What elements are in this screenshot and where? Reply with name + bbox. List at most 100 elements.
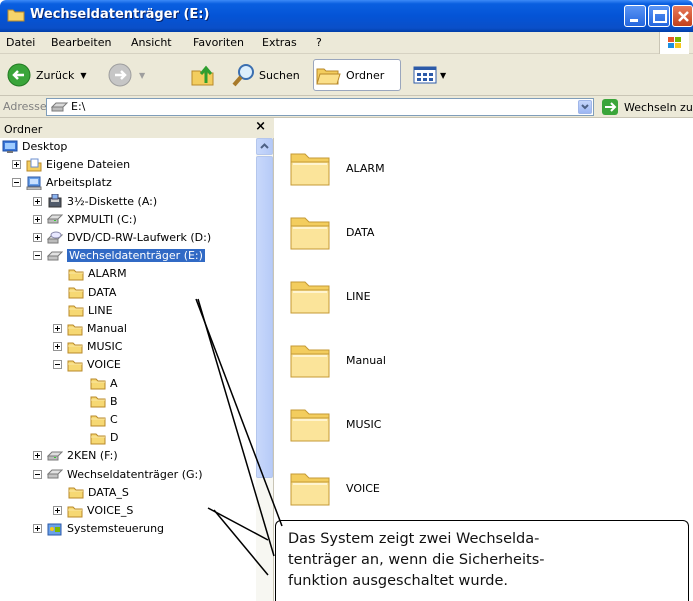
floppy-icon <box>48 194 62 208</box>
tree-node[interactable]: DVD/CD-RW-Laufwerk (D:) <box>33 229 211 246</box>
forward-button[interactable]: ▼ <box>107 59 145 91</box>
tree-node-label: Desktop <box>22 140 68 153</box>
up-button[interactable] <box>189 59 217 91</box>
folders-button[interactable]: Ordner <box>313 59 401 91</box>
expand-toggle-icon[interactable] <box>33 233 42 242</box>
expand-toggle-icon[interactable] <box>33 196 42 206</box>
collapse-toggle-icon[interactable] <box>33 251 42 261</box>
folder-icon <box>67 506 83 517</box>
tree-node[interactable]: VOICE_S <box>53 502 133 519</box>
tree-node-label: Eigene Dateien <box>46 158 131 172</box>
tree-node-label: XPMULTI (C:) <box>67 212 137 226</box>
folder-item-label: Manual <box>346 353 386 367</box>
cd-drive-icon <box>47 231 63 243</box>
expand-toggle-icon[interactable] <box>12 160 21 170</box>
expand-toggle-icon[interactable] <box>33 524 42 534</box>
tree-node[interactable]: Eigene Dateien <box>12 156 130 173</box>
tree-node-label: DATA_S <box>88 485 129 499</box>
tree-node[interactable]: VOICE <box>53 356 121 373</box>
expand-toggle-icon[interactable] <box>53 324 62 333</box>
forward-dropdown-icon[interactable]: ▼ <box>139 71 145 80</box>
tree-node[interactable]: Desktop <box>2 138 67 155</box>
go-button[interactable]: Wechseln zu <box>601 98 693 116</box>
expand-toggle-icon[interactable] <box>33 451 42 461</box>
folder-item[interactable]: LINE <box>288 276 371 316</box>
collapse-toggle-icon[interactable] <box>33 469 42 479</box>
folder-icon <box>67 324 83 335</box>
tree-node[interactable]: DATA_S <box>68 484 129 501</box>
folder-item-label: VOICE <box>346 481 380 495</box>
views-button[interactable]: ▼ <box>412 59 446 91</box>
views-dropdown-icon[interactable]: ▼ <box>440 71 446 80</box>
tree-node[interactable]: Systemsteuerung <box>33 520 164 537</box>
folder-item[interactable]: VOICE <box>288 468 380 508</box>
tree-node[interactable]: Wechseldatenträger (G:) <box>33 466 203 483</box>
toolbar: Zurück ▼ ▼ Suchen Ordner ▼ <box>0 54 693 96</box>
expand-toggle-icon[interactable] <box>53 506 62 515</box>
tree-node[interactable]: A <box>90 375 118 392</box>
collapse-toggle-icon[interactable] <box>12 178 21 188</box>
large-folder-icon <box>290 217 330 250</box>
folder-item-label: LINE <box>346 289 371 303</box>
tree-node[interactable]: XPMULTI (C:) <box>33 211 137 228</box>
folder-icon <box>90 433 106 445</box>
close-button[interactable] <box>672 5 693 27</box>
folder-pane-scrollbar[interactable] <box>256 138 273 601</box>
folder-item[interactable]: MUSIC <box>288 404 381 444</box>
folder-item[interactable]: DATA <box>288 212 374 252</box>
scroll-up-button[interactable] <box>256 138 273 155</box>
maximize-icon <box>653 10 667 23</box>
back-dropdown-icon[interactable]: ▼ <box>80 71 86 80</box>
folder-item[interactable]: Manual <box>288 340 386 380</box>
tree-node[interactable]: Arbeitsplatz <box>12 174 112 191</box>
tree-node[interactable]: Wechseldatenträger (E:) <box>33 247 206 264</box>
tree-node-label: Systemsteuerung <box>67 522 165 536</box>
tree-node[interactable]: 3½-Diskette (A:) <box>33 193 157 210</box>
collapse-toggle-icon[interactable] <box>53 360 62 370</box>
menu-datei[interactable]: Datei <box>6 36 35 49</box>
tree-node[interactable]: C <box>90 411 118 428</box>
expand-toggle-icon[interactable] <box>33 214 42 224</box>
folder-icon <box>68 305 84 317</box>
tree-node[interactable]: MUSIC <box>53 338 122 355</box>
removable-drive-icon <box>47 469 63 479</box>
tree-node[interactable]: D <box>90 429 118 446</box>
menu-favoriten[interactable]: Favoriten <box>193 36 244 49</box>
tree-node[interactable]: ALARM <box>68 265 127 282</box>
address-dropdown-button[interactable] <box>578 100 592 114</box>
minimize-icon <box>630 19 638 22</box>
tree-node-label: ALARM <box>88 267 127 281</box>
folder-icon <box>68 287 84 299</box>
back-button[interactable]: Zurück ▼ <box>6 59 87 91</box>
tree-node[interactable]: Manual <box>53 320 127 337</box>
expand-toggle-icon[interactable] <box>53 342 62 352</box>
search-button[interactable]: Suchen <box>231 59 300 91</box>
menu-extras[interactable]: Extras <box>262 36 297 49</box>
callout-text: Das System zeigt zwei Wechselda- tenträg… <box>288 531 545 589</box>
tree-node[interactable]: LINE <box>68 302 113 319</box>
tree-node[interactable]: DATA <box>68 284 116 301</box>
menu-bearbeiten[interactable]: Bearbeiten <box>51 36 111 49</box>
documents-icon <box>26 158 42 172</box>
folder-item-label: MUSIC <box>346 417 382 431</box>
menu-help[interactable]: ? <box>316 36 322 49</box>
back-label: Zurück <box>36 68 75 82</box>
folder-icon <box>68 269 84 281</box>
tree-node-label: B <box>110 394 118 408</box>
maximize-button[interactable] <box>648 5 670 27</box>
address-input[interactable]: E:\ <box>46 98 594 116</box>
window-title: Wechseldatenträger (E:) <box>30 7 210 22</box>
tree-node[interactable]: 2KEN (F:) <box>33 447 118 464</box>
tree-node[interactable]: B <box>90 393 118 410</box>
close-folder-pane-button[interactable]: × <box>255 119 266 134</box>
tree-node-label: C <box>110 413 118 426</box>
menu-ansicht[interactable]: Ansicht <box>131 36 172 49</box>
address-label: Adresse <box>3 100 47 113</box>
tree-node-label: DVD/CD-RW-Laufwerk (D:) <box>67 231 212 244</box>
folder-item[interactable]: ALARM <box>288 148 385 188</box>
folder-icon <box>67 360 83 372</box>
scroll-thumb[interactable] <box>256 156 273 478</box>
minimize-button[interactable] <box>624 5 646 27</box>
folder-item-label: ALARM <box>346 161 385 175</box>
address-value: E:\ <box>71 100 86 113</box>
